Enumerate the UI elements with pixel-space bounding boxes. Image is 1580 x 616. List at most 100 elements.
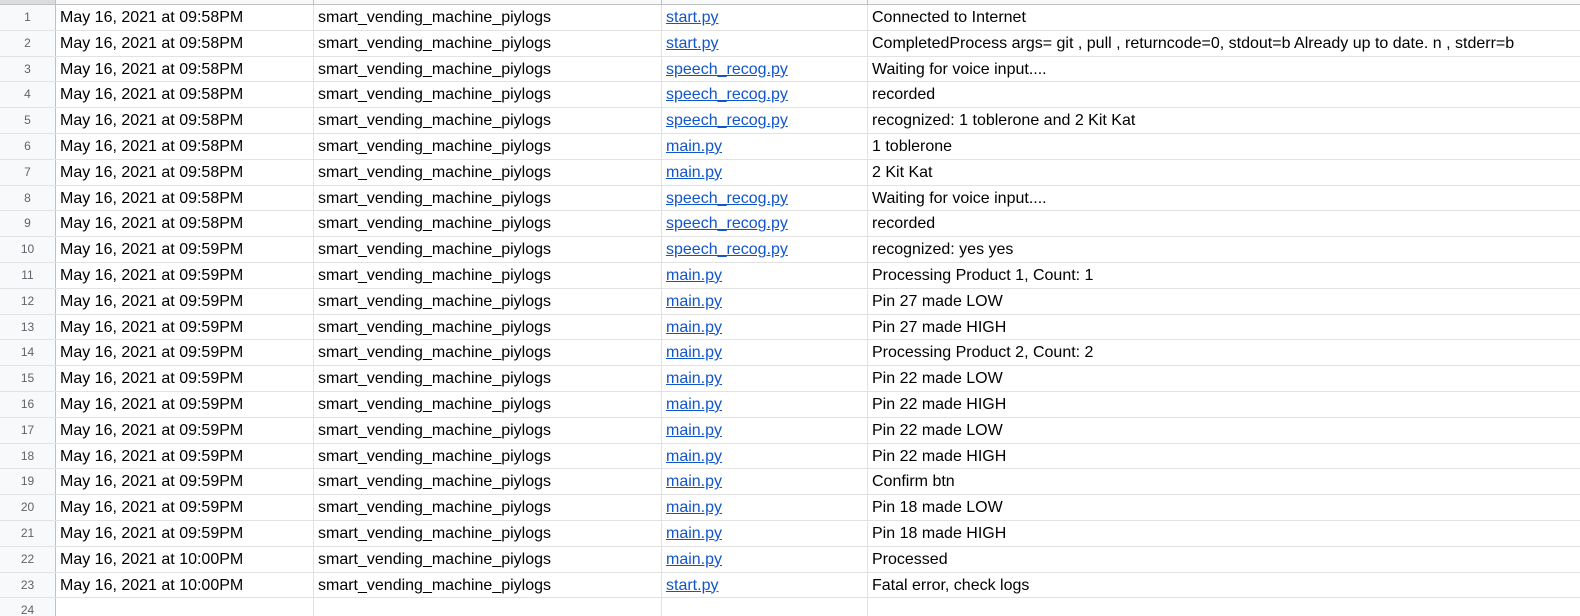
date-cell[interactable] (56, 598, 314, 616)
file-link[interactable]: main.py (666, 344, 722, 361)
file-cell[interactable]: main.py (662, 159, 868, 185)
file-cell[interactable]: speech_recog.py (662, 211, 868, 237)
source-cell[interactable]: smart_vending_machine_piylogs (314, 417, 662, 443)
file-cell[interactable]: speech_recog.py (662, 56, 868, 82)
file-link[interactable]: start.py (666, 577, 718, 594)
date-cell[interactable]: May 16, 2021 at 09:59PM (56, 366, 314, 391)
file-cell[interactable]: speech_recog.py (662, 82, 868, 108)
source-cell[interactable]: smart_vending_machine_piylogs (314, 185, 662, 211)
source-cell[interactable]: smart_vending_machine_piylogs (314, 262, 662, 288)
row-number-header[interactable]: 8 (0, 185, 56, 211)
message-cell[interactable]: recognized: 1 toblerone and 2 Kit Kat (868, 108, 1580, 133)
date-cell[interactable]: May 16, 2021 at 09:58PM (56, 56, 314, 82)
source-cell[interactable]: smart_vending_machine_piylogs (314, 108, 662, 133)
row-number-header[interactable]: 19 (0, 469, 56, 495)
date-cell[interactable]: May 16, 2021 at 09:58PM (56, 159, 314, 185)
row-number-header[interactable]: 20 (0, 495, 56, 520)
file-cell[interactable] (662, 598, 868, 616)
row-number-header[interactable]: 18 (0, 443, 56, 469)
date-cell[interactable]: May 16, 2021 at 09:59PM (56, 443, 314, 469)
source-cell[interactable]: smart_vending_machine_piylogs (314, 469, 662, 495)
date-cell[interactable]: May 16, 2021 at 10:00PM (56, 546, 314, 572)
source-cell[interactable]: smart_vending_machine_piylogs (314, 340, 662, 366)
file-link[interactable]: main.py (666, 164, 722, 181)
file-link[interactable]: main.py (666, 422, 722, 439)
message-cell[interactable]: 2 Kit Kat (868, 160, 1580, 185)
source-cell[interactable]: smart_vending_machine_piylogs (314, 159, 662, 185)
date-cell[interactable]: May 16, 2021 at 09:58PM (56, 82, 314, 108)
row-number-header[interactable]: 13 (0, 314, 56, 340)
row-number-header[interactable]: 11 (0, 262, 56, 288)
file-link[interactable]: main.py (666, 499, 722, 516)
file-cell[interactable]: main.py (662, 546, 868, 572)
file-link[interactable]: speech_recog.py (666, 241, 788, 258)
file-cell[interactable]: start.py (662, 30, 868, 56)
file-cell[interactable]: start.py (662, 572, 868, 598)
message-cell[interactable]: Pin 18 made LOW (868, 495, 1580, 520)
file-cell[interactable]: main.py (662, 288, 868, 314)
file-cell[interactable]: main.py (662, 469, 868, 495)
message-cell[interactable]: Pin 22 made LOW (868, 418, 1580, 443)
source-cell[interactable]: smart_vending_machine_piylogs (314, 288, 662, 314)
file-cell[interactable]: start.py (662, 5, 868, 30)
date-cell[interactable]: May 16, 2021 at 09:58PM (56, 211, 314, 237)
file-link[interactable]: speech_recog.py (666, 112, 788, 129)
message-cell[interactable]: Pin 27 made LOW (868, 289, 1580, 314)
file-link[interactable]: speech_recog.py (666, 86, 788, 103)
date-cell[interactable]: May 16, 2021 at 09:59PM (56, 262, 314, 288)
date-cell[interactable]: May 16, 2021 at 09:59PM (56, 495, 314, 520)
file-link[interactable]: start.py (666, 35, 718, 52)
file-link[interactable]: start.py (666, 9, 718, 26)
message-cell[interactable]: Processing Product 1, Count: 1 (868, 263, 1580, 288)
file-link[interactable]: main.py (666, 525, 722, 542)
source-cell[interactable]: smart_vending_machine_piylogs (314, 5, 662, 30)
message-cell[interactable]: recorded (868, 82, 1580, 107)
file-link[interactable]: main.py (666, 473, 722, 490)
source-cell[interactable]: smart_vending_machine_piylogs (314, 211, 662, 237)
row-number-header[interactable]: 5 (0, 108, 56, 133)
source-cell[interactable]: smart_vending_machine_piylogs (314, 237, 662, 262)
file-link[interactable]: main.py (666, 551, 722, 568)
source-cell[interactable]: smart_vending_machine_piylogs (314, 314, 662, 340)
message-cell[interactable]: CompletedProcess args= git , pull , retu… (868, 31, 1580, 56)
message-cell[interactable]: recognized: yes yes (868, 237, 1580, 262)
message-cell[interactable]: Fatal error, check logs (868, 573, 1580, 598)
message-cell[interactable]: recorded (868, 211, 1580, 236)
message-cell[interactable]: Waiting for voice input.... (868, 186, 1580, 211)
row-number-header[interactable]: 22 (0, 546, 56, 572)
source-cell[interactable] (314, 598, 662, 616)
file-cell[interactable]: main.py (662, 340, 868, 366)
file-cell[interactable]: main.py (662, 391, 868, 417)
select-all-corner[interactable] (0, 0, 56, 4)
source-cell[interactable]: smart_vending_machine_piylogs (314, 520, 662, 546)
file-link[interactable]: speech_recog.py (666, 190, 788, 207)
row-number-header[interactable]: 16 (0, 391, 56, 417)
row-number-header[interactable]: 17 (0, 417, 56, 443)
source-cell[interactable]: smart_vending_machine_piylogs (314, 366, 662, 391)
date-cell[interactable]: May 16, 2021 at 09:59PM (56, 520, 314, 546)
date-cell[interactable]: May 16, 2021 at 09:58PM (56, 133, 314, 159)
source-cell[interactable]: smart_vending_machine_piylogs (314, 572, 662, 598)
date-cell[interactable]: May 16, 2021 at 09:59PM (56, 417, 314, 443)
message-cell[interactable]: 1 toblerone (868, 134, 1580, 159)
file-cell[interactable]: main.py (662, 443, 868, 469)
message-cell[interactable]: Pin 22 made LOW (868, 366, 1580, 391)
message-cell[interactable]: Confirm btn (868, 469, 1580, 494)
file-cell[interactable]: main.py (662, 314, 868, 340)
file-cell[interactable]: speech_recog.py (662, 185, 868, 211)
row-number-header[interactable]: 1 (0, 5, 56, 30)
source-cell[interactable]: smart_vending_machine_piylogs (314, 546, 662, 572)
date-cell[interactable]: May 16, 2021 at 09:58PM (56, 5, 314, 30)
row-number-header[interactable]: 7 (0, 159, 56, 185)
file-cell[interactable]: main.py (662, 133, 868, 159)
file-link[interactable]: main.py (666, 396, 722, 413)
row-number-header[interactable]: 21 (0, 520, 56, 546)
row-number-header[interactable]: 3 (0, 56, 56, 82)
message-cell[interactable]: Processed (868, 547, 1580, 572)
file-cell[interactable]: speech_recog.py (662, 237, 868, 262)
file-link[interactable]: main.py (666, 267, 722, 284)
row-number-header[interactable]: 14 (0, 340, 56, 366)
column-separator[interactable] (867, 0, 868, 4)
row-number-header[interactable]: 10 (0, 237, 56, 262)
message-cell[interactable] (868, 598, 1580, 616)
